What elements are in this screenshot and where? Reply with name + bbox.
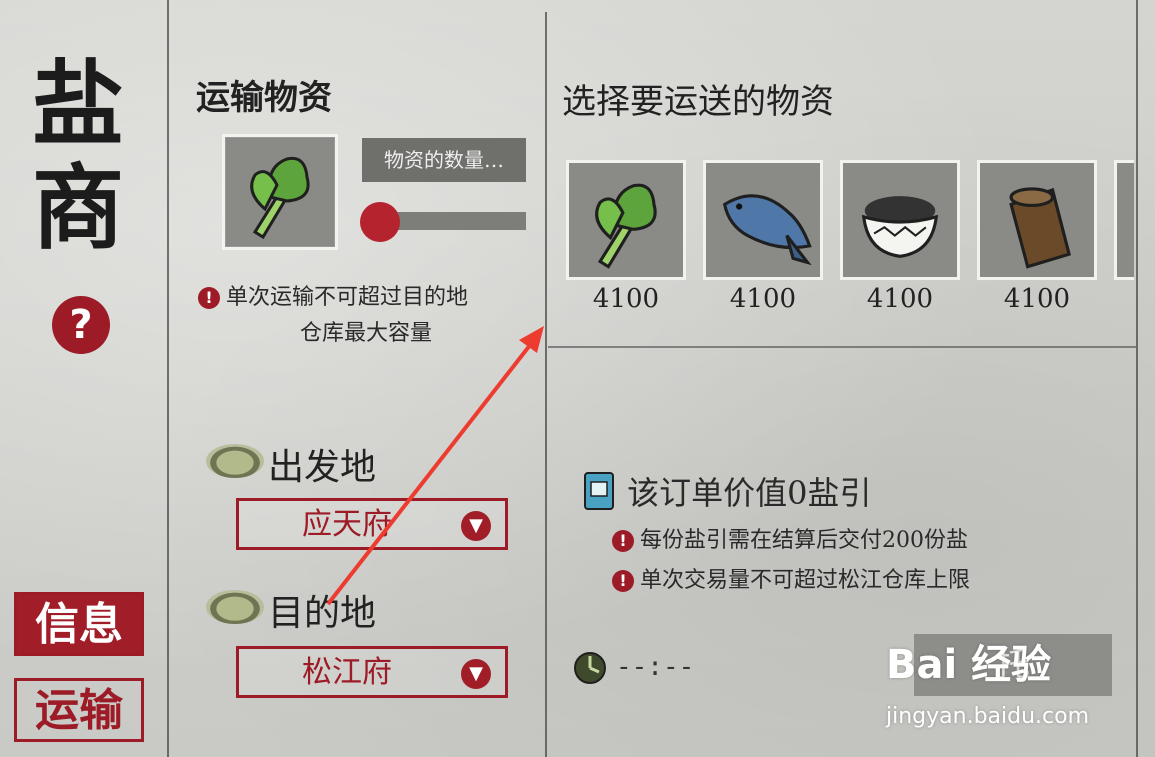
annotation-arrow (326, 326, 544, 606)
